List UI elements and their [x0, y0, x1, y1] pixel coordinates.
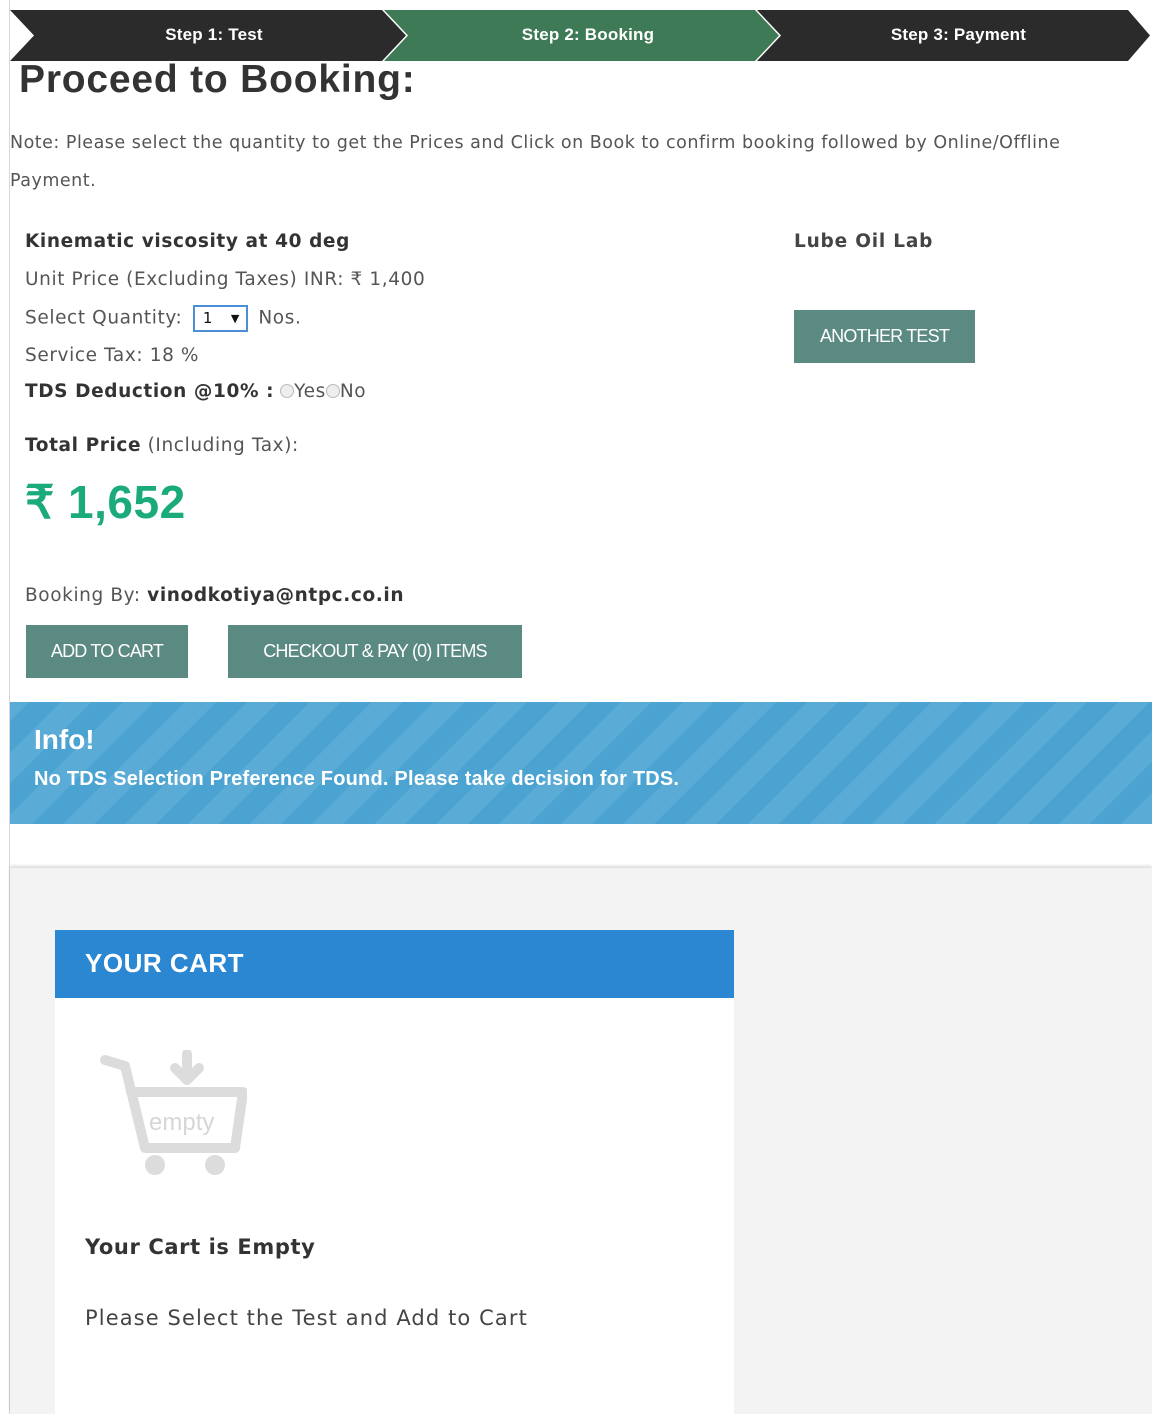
- cart-header: YOUR CART: [55, 930, 734, 998]
- test-name-text: Kinematic viscosity at 40 deg: [25, 231, 350, 252]
- tds-yes-radio[interactable]: [280, 383, 295, 398]
- quantity-selected-value: 1: [202, 309, 214, 327]
- empty-cart-icon-text: empty: [149, 1109, 214, 1136]
- tds-no-radio[interactable]: [325, 383, 340, 398]
- dropdown-arrow-icon: ▼: [230, 312, 240, 325]
- add-to-cart-button[interactable]: ADD TO CART: [26, 625, 188, 678]
- step-2-booking[interactable]: Step 2: Booking: [408, 10, 768, 61]
- quantity-row: Select Quantity: 1 ▼ Nos.: [25, 305, 301, 332]
- tds-label: TDS Deduction @10% :: [25, 381, 275, 402]
- total-price-value: ₹ 1,652: [25, 476, 186, 528]
- step-3-payment[interactable]: Step 3: Payment: [781, 10, 1136, 61]
- unit-price-value: ₹ 1,400: [350, 269, 426, 290]
- service-tax-value: 18 %: [149, 345, 200, 366]
- cart-section: YOUR CART empty Your Cart is Empty Pleas…: [10, 868, 1152, 1414]
- booking-by-email: vinodkotiya@ntpc.co.in: [147, 585, 405, 606]
- info-alert-title: Info!: [34, 724, 95, 755]
- service-tax-label: Service Tax:: [25, 345, 144, 366]
- total-price-label-row: Total Price (Including Tax):: [25, 435, 299, 456]
- tds-no-label[interactable]: No: [340, 381, 366, 402]
- quantity-select[interactable]: 1 ▼: [192, 305, 248, 332]
- cart-panel: YOUR CART empty Your Cart is Empty Pleas…: [55, 930, 734, 1414]
- cart-empty-title: Your Cart is Empty: [85, 1235, 316, 1259]
- booking-by-row: Booking By: vinodkotiya@ntpc.co.in: [25, 585, 404, 606]
- another-test-button[interactable]: ANOTHER TEST: [794, 310, 975, 363]
- service-tax-row: Service Tax: 18 %: [25, 345, 199, 366]
- page-title: Proceed to Booking:: [19, 58, 416, 101]
- empty-cart-icon: empty: [100, 1050, 247, 1175]
- booking-wizard-steps: Step 1: Test Step 2: Booking Step 3: Pay…: [10, 10, 1150, 61]
- lab-name: Lube Oil Lab: [794, 231, 934, 252]
- checkout-pay-button[interactable]: CHECKOUT & PAY (0) ITEMS: [228, 625, 522, 678]
- tds-yes-label[interactable]: Yes: [294, 381, 326, 402]
- step-1-test[interactable]: Step 1: Test: [34, 10, 394, 61]
- test-name: Kinematic viscosity at 40 deg: [25, 231, 350, 252]
- booking-note: Note: Please select the quantity to get …: [10, 133, 1061, 191]
- unit-price-label: Unit Price (Excluding Taxes) INR:: [25, 269, 345, 290]
- quantity-unit: Nos.: [258, 307, 302, 329]
- booking-by-label: Booking By:: [25, 585, 141, 606]
- cart-empty-message: Please Select the Test and Add to Cart: [85, 1306, 528, 1330]
- total-price-label-suffix: (Including Tax):: [147, 435, 299, 456]
- tds-info-alert: Info! No TDS Selection Preference Found.…: [10, 702, 1152, 824]
- tds-row: TDS Deduction @10% : Yes No: [25, 381, 366, 402]
- unit-price-row: Unit Price (Excluding Taxes) INR: ₹ 1,40…: [25, 269, 425, 290]
- quantity-label: Select Quantity:: [25, 307, 183, 329]
- total-price-label: Total Price: [25, 435, 142, 456]
- info-alert-message: No TDS Selection Preference Found. Pleas…: [34, 768, 680, 790]
